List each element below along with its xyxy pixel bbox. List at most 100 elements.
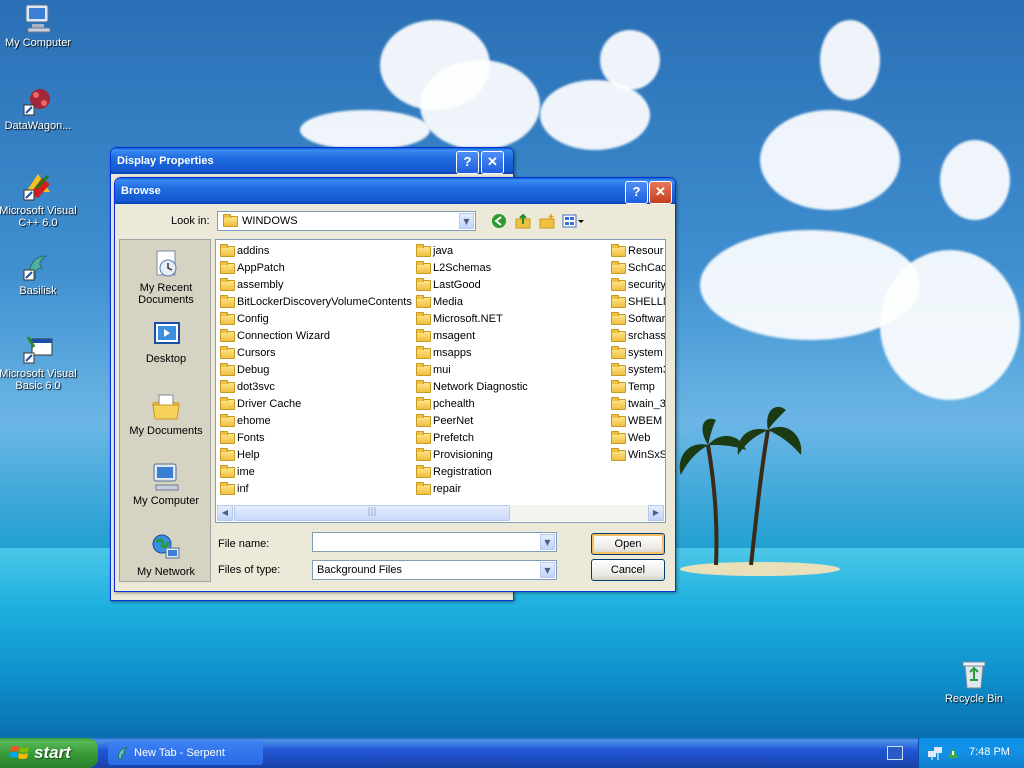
help-button[interactable]: ?	[456, 151, 479, 174]
file-list-item[interactable]: Config	[218, 311, 412, 328]
file-list-item[interactable]: Microsoft.NET	[414, 311, 528, 328]
file-list-item[interactable]: Web	[609, 430, 665, 447]
file-list-item[interactable]: ehome	[218, 413, 412, 430]
file-list-item-label: msapps	[433, 347, 472, 359]
file-list-item-label: addins	[237, 245, 270, 257]
file-list-item[interactable]: Media	[414, 294, 528, 311]
place-my-network[interactable]: My Network	[120, 532, 212, 578]
desktop-icon-basilisk[interactable]: Basilisk	[0, 250, 80, 297]
file-list-item[interactable]: WBEM	[609, 413, 665, 430]
file-list-item[interactable]: Cursors	[218, 345, 412, 362]
folder-icon	[416, 363, 431, 376]
place-desktop[interactable]: Desktop	[120, 319, 212, 365]
display-properties-titlebar[interactable]: Display Properties ? ✕	[111, 148, 513, 174]
file-list-item[interactable]: Network Diagnostic	[414, 379, 528, 396]
file-list-item-label: L2Schemas	[433, 262, 492, 274]
file-list-item[interactable]: inf	[218, 481, 412, 498]
desktop-icon-visual-basic[interactable]: Microsoft Visual Basic 6.0	[0, 333, 80, 392]
desktop-icon-my-computer[interactable]: My Computer	[0, 2, 80, 49]
folder-icon	[611, 397, 626, 410]
place-my-documents[interactable]: My Documents	[120, 391, 212, 437]
file-list[interactable]: addins AppPatch assembly BitLockerDiscovery…	[215, 239, 666, 523]
folder-icon	[220, 380, 235, 393]
file-list-item[interactable]: assembly	[218, 277, 412, 294]
file-list-item[interactable]: SchCacl	[609, 260, 665, 277]
files-of-type-select[interactable]: Background Files ▼	[312, 560, 557, 580]
folder-icon	[220, 414, 235, 427]
file-list-item[interactable]: addins	[218, 243, 412, 260]
chevron-down-icon[interactable]: ▼	[540, 534, 555, 550]
file-list-item[interactable]: Debug	[218, 362, 412, 379]
close-button[interactable]: ✕	[481, 151, 504, 174]
folder-icon	[611, 380, 626, 393]
desktop-icon-visual-cpp[interactable]: Microsoft Visual C++ 6.0	[0, 170, 80, 229]
file-list-item[interactable]: msagent	[414, 328, 528, 345]
file-list-item[interactable]: Provisioning	[414, 447, 528, 464]
clock[interactable]: 7:48 PM	[969, 746, 1010, 758]
cancel-button[interactable]: Cancel	[591, 559, 665, 581]
place-my-computer[interactable]: My Computer	[120, 461, 212, 507]
system-tray: 7:48 PM	[918, 738, 1024, 768]
back-button[interactable]	[490, 212, 508, 230]
up-folder-button[interactable]	[514, 212, 532, 230]
new-folder-button[interactable]	[538, 212, 556, 230]
chevron-down-icon[interactable]: ▼	[540, 562, 555, 578]
scroll-right-button[interactable]: ▶	[648, 505, 664, 521]
desktop-icon-datawagon[interactable]: DataWagon...	[0, 85, 80, 132]
network-icon[interactable]	[927, 745, 943, 761]
chevron-down-icon[interactable]: ▼	[459, 213, 474, 229]
file-list-item[interactable]: WinSxS	[609, 447, 665, 464]
file-list-item[interactable]: L2Schemas	[414, 260, 528, 277]
task-button-serpent[interactable]: New Tab - Serpent	[108, 741, 263, 765]
view-menu-button[interactable]	[561, 212, 585, 230]
file-list-item[interactable]: system3	[609, 362, 665, 379]
safely-remove-icon[interactable]	[945, 745, 961, 761]
file-list-item[interactable]: dot3svc	[218, 379, 412, 396]
horizontal-scrollbar[interactable]: ◀ ||| ▶	[217, 505, 664, 521]
file-list-item[interactable]: java	[414, 243, 528, 260]
folder-icon	[220, 397, 235, 410]
window-title: Display Properties	[117, 155, 214, 167]
browse-titlebar[interactable]: Browse ? ✕	[115, 178, 675, 204]
file-list-item[interactable]: twain_3	[609, 396, 665, 413]
taskbar: start New Tab - Serpent 7:48 PM	[0, 738, 1024, 768]
file-name-input[interactable]: ▼	[312, 532, 557, 552]
file-list-item[interactable]: BitLockerDiscoveryVolumeContents	[218, 294, 412, 311]
file-list-item[interactable]: msapps	[414, 345, 528, 362]
file-list-item[interactable]: Driver Cache	[218, 396, 412, 413]
file-list-item[interactable]: pchealth	[414, 396, 528, 413]
file-list-item[interactable]: LastGood	[414, 277, 528, 294]
close-button[interactable]: ✕	[649, 181, 672, 204]
datawagon-icon	[22, 85, 54, 117]
folder-icon	[416, 278, 431, 291]
file-list-item[interactable]: security	[609, 277, 665, 294]
file-list-item[interactable]: ime	[218, 464, 412, 481]
file-list-item[interactable]: Connection Wizard	[218, 328, 412, 345]
file-list-item[interactable]: system	[609, 345, 665, 362]
file-column: addins AppPatch assembly BitLockerDiscovery…	[218, 243, 412, 498]
help-button[interactable]: ?	[625, 181, 648, 204]
scroll-thumb[interactable]: |||	[234, 505, 510, 521]
file-list-item[interactable]: mui	[414, 362, 528, 379]
file-list-item[interactable]: Resour	[609, 243, 665, 260]
file-list-item[interactable]: Prefetch	[414, 430, 528, 447]
look-in-dropdown[interactable]: WINDOWS ▼	[217, 211, 476, 231]
file-list-item[interactable]: repair	[414, 481, 528, 498]
folder-icon	[220, 465, 235, 478]
desktop-icon-recycle-bin[interactable]: Recycle Bin	[932, 658, 1016, 705]
file-list-item[interactable]: Temp	[609, 379, 665, 396]
file-list-item[interactable]: Fonts	[218, 430, 412, 447]
file-list-item[interactable]: Softwar	[609, 311, 665, 328]
keyboard-icon[interactable]	[887, 746, 903, 760]
file-list-item[interactable]: Registration	[414, 464, 528, 481]
file-list-item[interactable]: AppPatch	[218, 260, 412, 277]
scroll-left-button[interactable]: ◀	[217, 505, 233, 521]
open-button[interactable]: Open	[591, 533, 665, 555]
file-list-item[interactable]: srchass	[609, 328, 666, 345]
file-list-item[interactable]: SHELLN	[609, 294, 665, 311]
file-list-item-label: srchass	[628, 330, 666, 342]
start-button[interactable]: start	[0, 738, 98, 768]
file-list-item[interactable]: Help	[218, 447, 412, 464]
place-my-recent-documents[interactable]: My Recent Documents	[120, 248, 212, 306]
file-list-item[interactable]: PeerNet	[414, 413, 528, 430]
